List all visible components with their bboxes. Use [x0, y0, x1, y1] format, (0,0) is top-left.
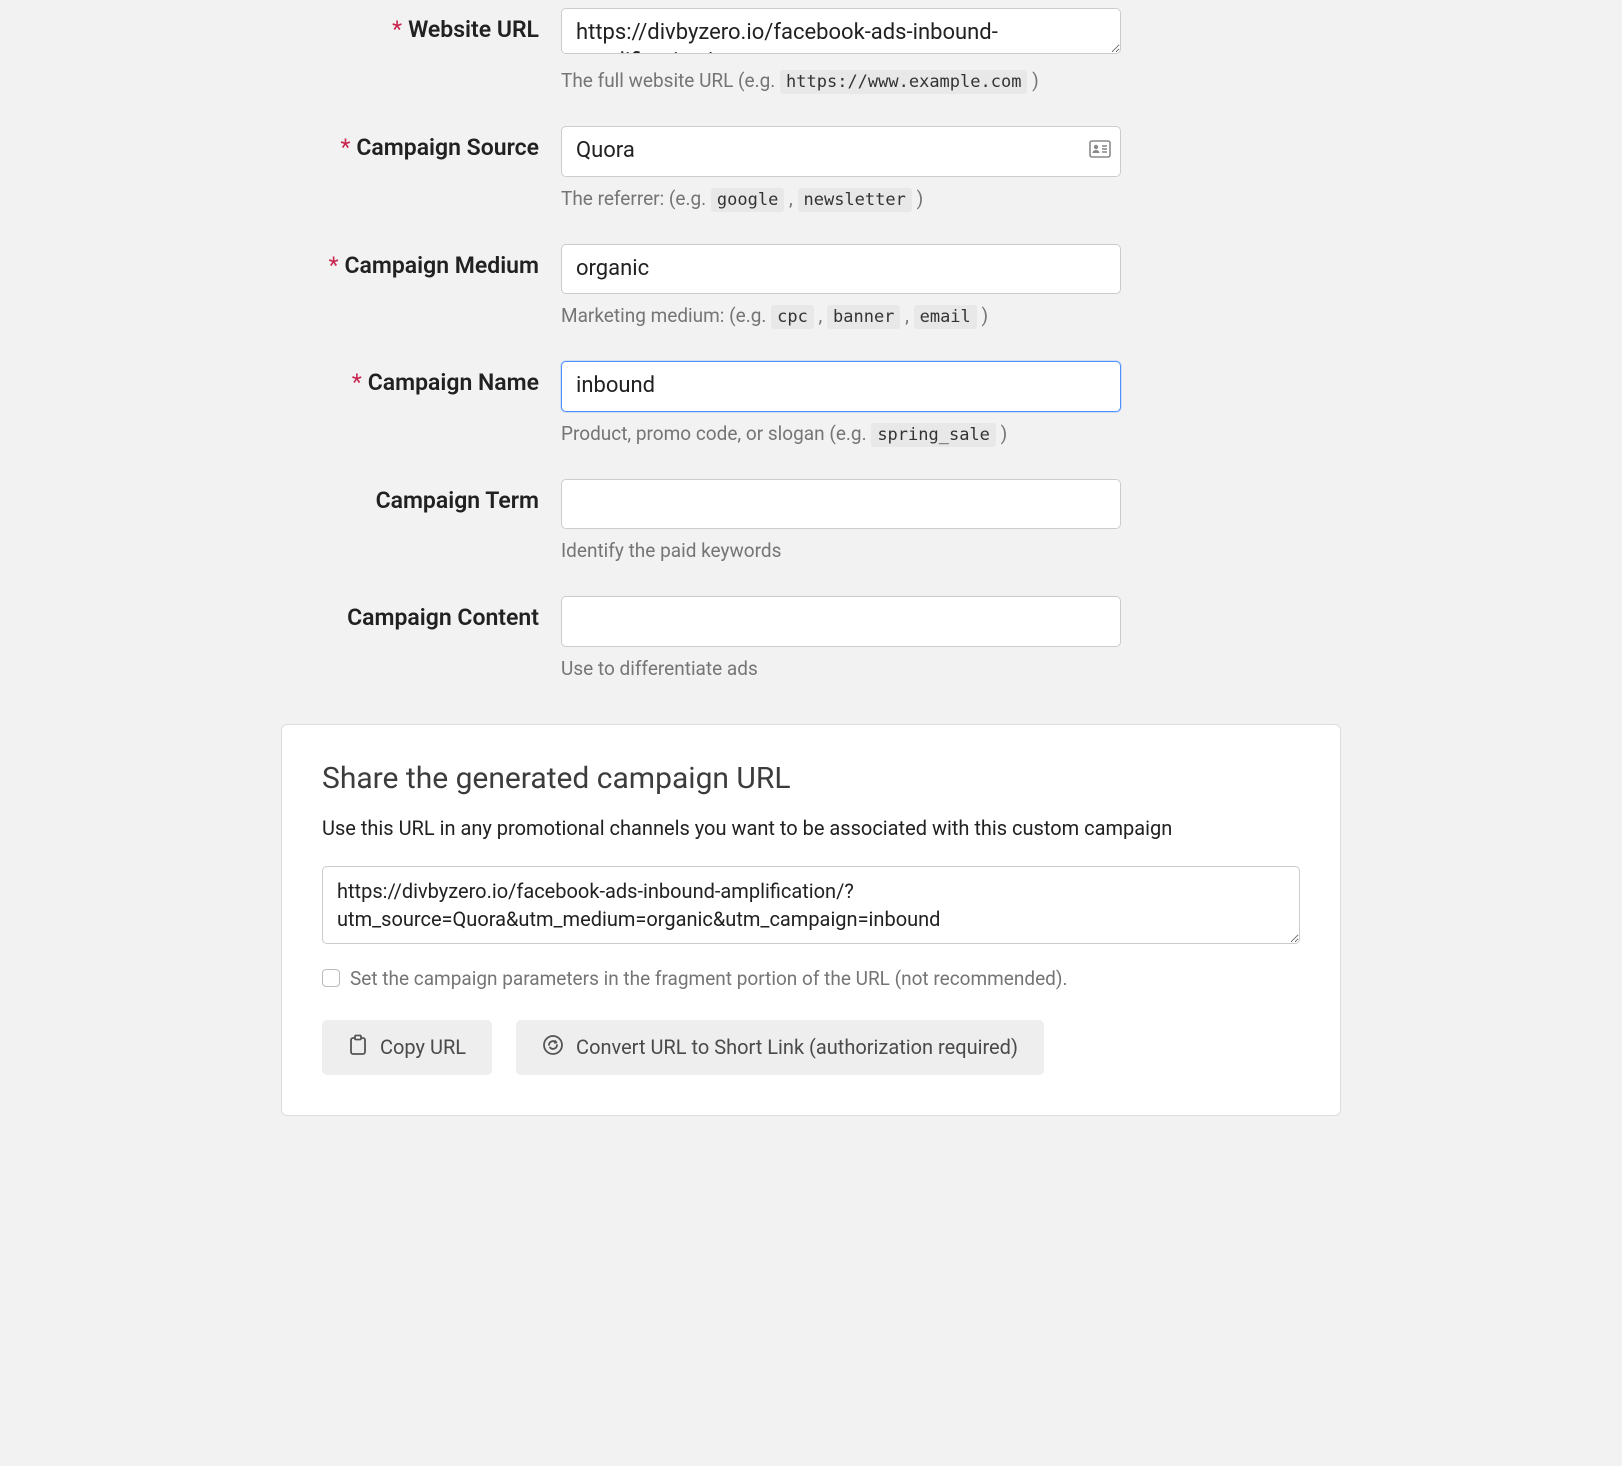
- input-col: Marketing medium: (e.g. cpc , banner , e…: [561, 244, 1341, 328]
- helper-code: google: [711, 188, 784, 212]
- helper-text: ): [977, 304, 988, 327]
- share-campaign-url-card: Share the generated campaign URL Use thi…: [281, 724, 1341, 1116]
- helper-text: Product, promo code, or slogan (e.g.: [561, 422, 871, 445]
- share-buttons-row: Copy URL Convert URL to Short Link (auth…: [322, 1020, 1300, 1075]
- share-title: Share the generated campaign URL: [322, 761, 1300, 796]
- required-asterisk: *: [340, 134, 350, 161]
- helper-website-url: The full website URL (e.g. https://www.e…: [561, 69, 1341, 92]
- copy-url-button[interactable]: Copy URL: [322, 1020, 492, 1075]
- label-text: Campaign Content: [347, 604, 539, 631]
- input-col: Identify the paid keywords: [561, 479, 1341, 563]
- input-col: Use to differentiate ads: [561, 596, 1341, 680]
- fragment-checkbox[interactable]: [322, 969, 340, 987]
- refresh-circle-icon: [542, 1034, 564, 1061]
- field-row-campaign-content: Campaign Content Use to differentiate ad…: [281, 596, 1341, 680]
- share-subtitle: Use this URL in any promotional channels…: [322, 816, 1300, 840]
- clipboard-icon: [348, 1034, 368, 1061]
- helper-code: newsletter: [798, 188, 912, 212]
- helper-campaign-term: Identify the paid keywords: [561, 539, 1341, 562]
- helper-code: spring_sale: [871, 423, 996, 447]
- helper-campaign-medium: Marketing medium: (e.g. cpc , banner , e…: [561, 304, 1341, 327]
- required-asterisk: *: [392, 16, 402, 43]
- input-col: The full website URL (e.g. https://www.e…: [561, 8, 1341, 92]
- helper-campaign-name: Product, promo code, or slogan (e.g. spr…: [561, 422, 1341, 445]
- field-row-campaign-medium: *Campaign Medium Marketing medium: (e.g.…: [281, 244, 1341, 328]
- field-row-website-url: *Website URL The full website URL (e.g. …: [281, 8, 1341, 92]
- helper-campaign-content: Use to differentiate ads: [561, 657, 1341, 680]
- helper-text: ,: [900, 304, 913, 327]
- field-row-campaign-term: Campaign Term Identify the paid keywords: [281, 479, 1341, 563]
- input-col: The referrer: (e.g. google , newsletter …: [561, 126, 1341, 210]
- campaign-term-input[interactable]: [561, 479, 1121, 530]
- helper-text: The referrer: (e.g.: [561, 187, 711, 210]
- helper-code: cpc: [771, 305, 814, 329]
- label-text: Campaign Medium: [344, 252, 539, 279]
- helper-code: banner: [827, 305, 900, 329]
- website-url-input[interactable]: [561, 8, 1121, 54]
- helper-text: ,: [784, 187, 797, 210]
- required-asterisk: *: [352, 369, 362, 396]
- helper-text: The full website URL (e.g.: [561, 69, 780, 92]
- helper-text: ): [996, 422, 1007, 445]
- campaign-content-input[interactable]: [561, 596, 1121, 647]
- label-campaign-term: Campaign Term: [281, 479, 561, 514]
- fragment-checkbox-row[interactable]: Set the campaign parameters in the fragm…: [322, 967, 1300, 990]
- helper-text: ): [912, 187, 923, 210]
- contact-card-icon: [1089, 139, 1111, 163]
- input-col: Product, promo code, or slogan (e.g. spr…: [561, 361, 1341, 445]
- field-row-campaign-source: *Campaign Source The referrer: (e.: [281, 126, 1341, 210]
- label-text: Campaign Name: [368, 369, 539, 396]
- label-website-url: *Website URL: [281, 8, 561, 43]
- helper-text: Marketing medium: (e.g.: [561, 304, 771, 327]
- label-campaign-source: *Campaign Source: [281, 126, 561, 161]
- label-campaign-name: *Campaign Name: [281, 361, 561, 396]
- helper-code: https://www.example.com: [780, 70, 1027, 94]
- required-asterisk: *: [329, 252, 339, 279]
- fragment-checkbox-label: Set the campaign parameters in the fragm…: [350, 967, 1068, 990]
- label-text: Campaign Term: [376, 487, 539, 514]
- label-campaign-medium: *Campaign Medium: [281, 244, 561, 279]
- helper-text: ,: [814, 304, 827, 327]
- campaign-url-builder-form: *Website URL The full website URL (e.g. …: [261, 8, 1361, 1116]
- campaign-medium-input[interactable]: [561, 244, 1121, 295]
- button-label: Copy URL: [380, 1035, 466, 1059]
- label-text: Campaign Source: [356, 134, 539, 161]
- generated-url-output[interactable]: [322, 866, 1300, 944]
- helper-text: ): [1027, 69, 1038, 92]
- button-label: Convert URL to Short Link (authorization…: [576, 1035, 1018, 1059]
- label-text: Website URL: [408, 16, 539, 43]
- shorten-url-button[interactable]: Convert URL to Short Link (authorization…: [516, 1020, 1044, 1075]
- label-campaign-content: Campaign Content: [281, 596, 561, 631]
- campaign-source-input[interactable]: [561, 126, 1121, 177]
- campaign-name-input[interactable]: [561, 361, 1121, 412]
- helper-code: email: [914, 305, 977, 329]
- helper-campaign-source: The referrer: (e.g. google , newsletter …: [561, 187, 1341, 210]
- field-row-campaign-name: *Campaign Name Product, promo code, or s…: [281, 361, 1341, 445]
